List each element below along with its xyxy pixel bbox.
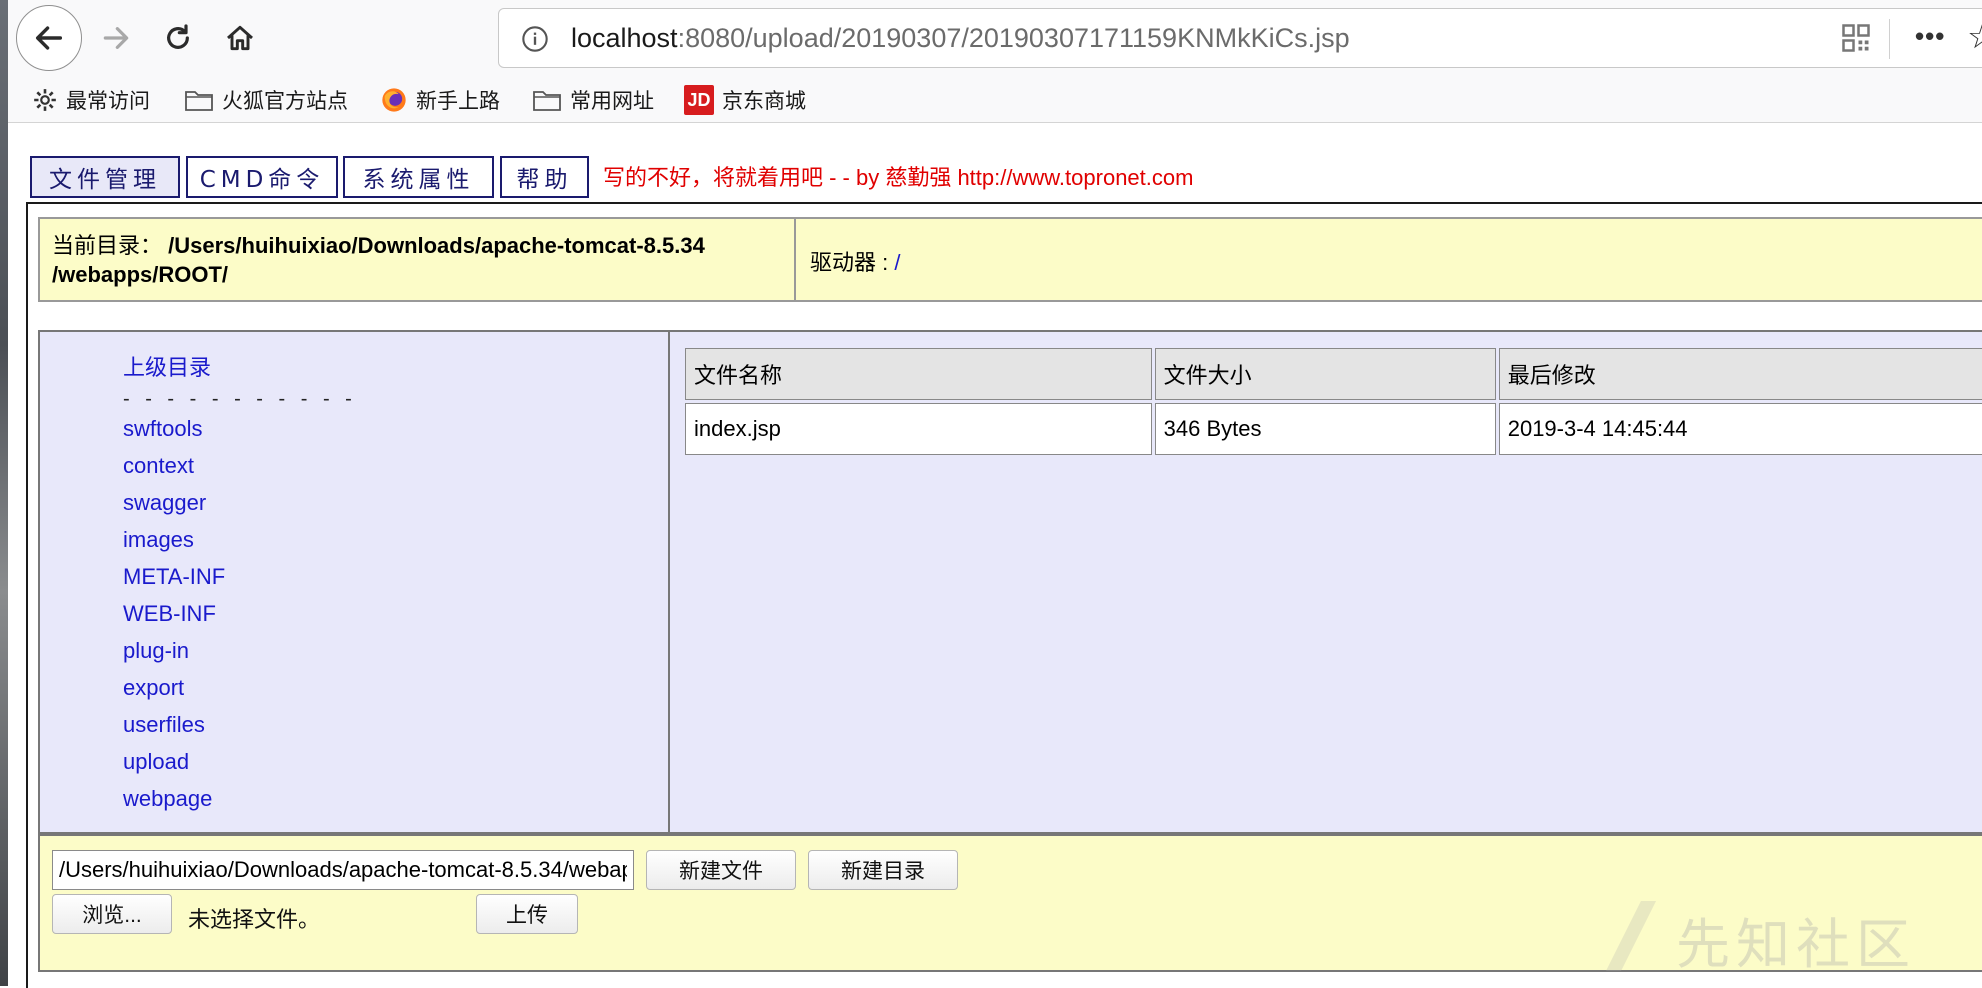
table-header-row: 文件名称 文件大小 最后修改 (685, 348, 1982, 400)
current-directory-path-line1: /Users/huihuixiao/Downloads/apache-tomca… (168, 233, 705, 258)
arrow-left-icon (35, 26, 63, 50)
qr-code-icon[interactable] (1841, 23, 1871, 53)
home-icon (227, 25, 253, 51)
menu-file-manage[interactable]: 文件管理 (30, 156, 180, 198)
arrow-right-icon (103, 27, 129, 49)
url-path: :8080/upload/20190307/20190307171159KNMk… (677, 23, 1350, 53)
gear-icon (34, 89, 56, 111)
jd-icon: JD (684, 85, 714, 115)
browse-button[interactable]: 浏览... (52, 894, 172, 934)
bookmark-star-icon[interactable]: ☆ (1967, 17, 1982, 57)
menu-help[interactable]: 帮助 (500, 156, 589, 198)
path-bar: 当前目录： /Users/huihuixiao/Downloads/apache… (38, 217, 1982, 302)
path-bar-divider (794, 219, 796, 300)
bookmark-common-sites[interactable]: 常用网址 (532, 84, 654, 116)
dir-link-plug-in[interactable]: plug-in (123, 638, 189, 664)
file-table: 文件名称 文件大小 最后修改 index.jsp 346 Bytes 2019-… (682, 345, 1982, 458)
directory-list: 上级目录 - - - - - - - - - - - swftools cont… (40, 332, 670, 832)
dir-link-userfiles[interactable]: userfiles (123, 712, 205, 738)
reload-icon (167, 24, 189, 49)
bookmark-most-visited[interactable]: 最常访问 (32, 84, 150, 116)
bookmark-getting-started[interactable]: 新手上路 (380, 84, 500, 116)
home-button[interactable] (220, 18, 260, 58)
watermark-text: 先知社区 (1676, 915, 1916, 975)
bookmark-firefox-site[interactable]: 火狐官方站点 (184, 84, 348, 116)
desktop-background-strip (0, 0, 8, 986)
column-header-modified: 最后修改 (1498, 348, 1982, 400)
folder-icon (185, 91, 213, 111)
url-text[interactable]: localhost:8080/upload/20190307/201903071… (571, 23, 1350, 54)
bookmark-label: 新手上路 (416, 90, 500, 113)
dir-link-images[interactable]: images (123, 527, 194, 553)
back-button[interactable] (16, 5, 82, 71)
dir-link-export[interactable]: export (123, 675, 184, 701)
current-directory-path-line2: /webapps/ROOT/ (52, 262, 229, 287)
parent-directory-link[interactable]: 上级目录 (123, 350, 211, 382)
more-icon[interactable]: ••• (1915, 21, 1945, 52)
file-modified-cell: 2019-3-4 14:45:44 (1498, 403, 1982, 455)
drive-label: 驱动器 : (810, 250, 895, 275)
path-input[interactable] (52, 850, 634, 890)
url-host: localhost (571, 23, 678, 53)
url-bar[interactable]: localhost:8080/upload/20190307/201903071… (498, 8, 1982, 68)
bookmark-label: 京东商城 (722, 90, 806, 113)
dir-link-swftools[interactable]: swftools (123, 416, 202, 442)
column-header-name: 文件名称 (685, 348, 1152, 400)
dir-link-web-inf[interactable]: WEB-INF (123, 601, 216, 627)
file-browser-panel: 上级目录 - - - - - - - - - - - swftools cont… (38, 330, 1982, 834)
bookmark-label: 常用网址 (570, 90, 654, 113)
watermark-logo-icon (1606, 901, 1656, 971)
bookmark-label: 火狐官方站点 (222, 90, 348, 113)
menu-system-properties[interactable]: 系统属性 (343, 156, 494, 198)
author-credit: 写的不好，将就着用吧 - - by 慈勤强 http://www.toprone… (603, 165, 1194, 190)
column-header-size: 文件大小 (1154, 348, 1496, 400)
info-icon[interactable] (521, 25, 549, 53)
bookmark-label: 最常访问 (66, 90, 150, 113)
forward-button[interactable] (96, 18, 136, 58)
menu-cmd[interactable]: CMD命令 (186, 156, 338, 198)
no-file-selected-text: 未选择文件。 (188, 907, 321, 932)
dir-link-upload[interactable]: upload (123, 749, 189, 775)
firefox-icon (382, 88, 406, 112)
current-directory-label: 当前目录： (52, 233, 163, 258)
current-directory: 当前目录： /Users/huihuixiao/Downloads/apache… (52, 231, 792, 289)
browser-toolbar: localhost:8080/upload/20190307/201903071… (8, 0, 1982, 78)
url-bar-divider (1889, 19, 1890, 59)
file-name-cell[interactable]: index.jsp (685, 403, 1152, 455)
reload-button[interactable] (158, 18, 198, 58)
folder-icon (533, 91, 561, 111)
drive-info: 驱动器 : / (810, 245, 900, 277)
dir-link-context[interactable]: context (123, 453, 194, 479)
dir-link-webpage[interactable]: webpage (123, 786, 212, 812)
new-file-button[interactable]: 新建文件 (646, 850, 796, 890)
table-row: index.jsp 346 Bytes 2019-3-4 14:45:44 (685, 403, 1982, 455)
dir-link-meta-inf[interactable]: META-INF (123, 564, 225, 590)
upload-button[interactable]: 上传 (476, 894, 578, 934)
bookmarks-bar: 最常访问 火狐官方站点 新手上路 常用网址 JD 京东商城 (8, 78, 1982, 123)
directory-divider: - - - - - - - - - - - (123, 388, 357, 410)
dir-link-swagger[interactable]: swagger (123, 490, 206, 516)
file-size-cell: 346 Bytes (1154, 403, 1496, 455)
new-directory-button[interactable]: 新建目录 (808, 850, 958, 890)
drive-link[interactable]: / (894, 250, 900, 275)
bookmark-jd[interactable]: JD 京东商城 (684, 84, 806, 116)
